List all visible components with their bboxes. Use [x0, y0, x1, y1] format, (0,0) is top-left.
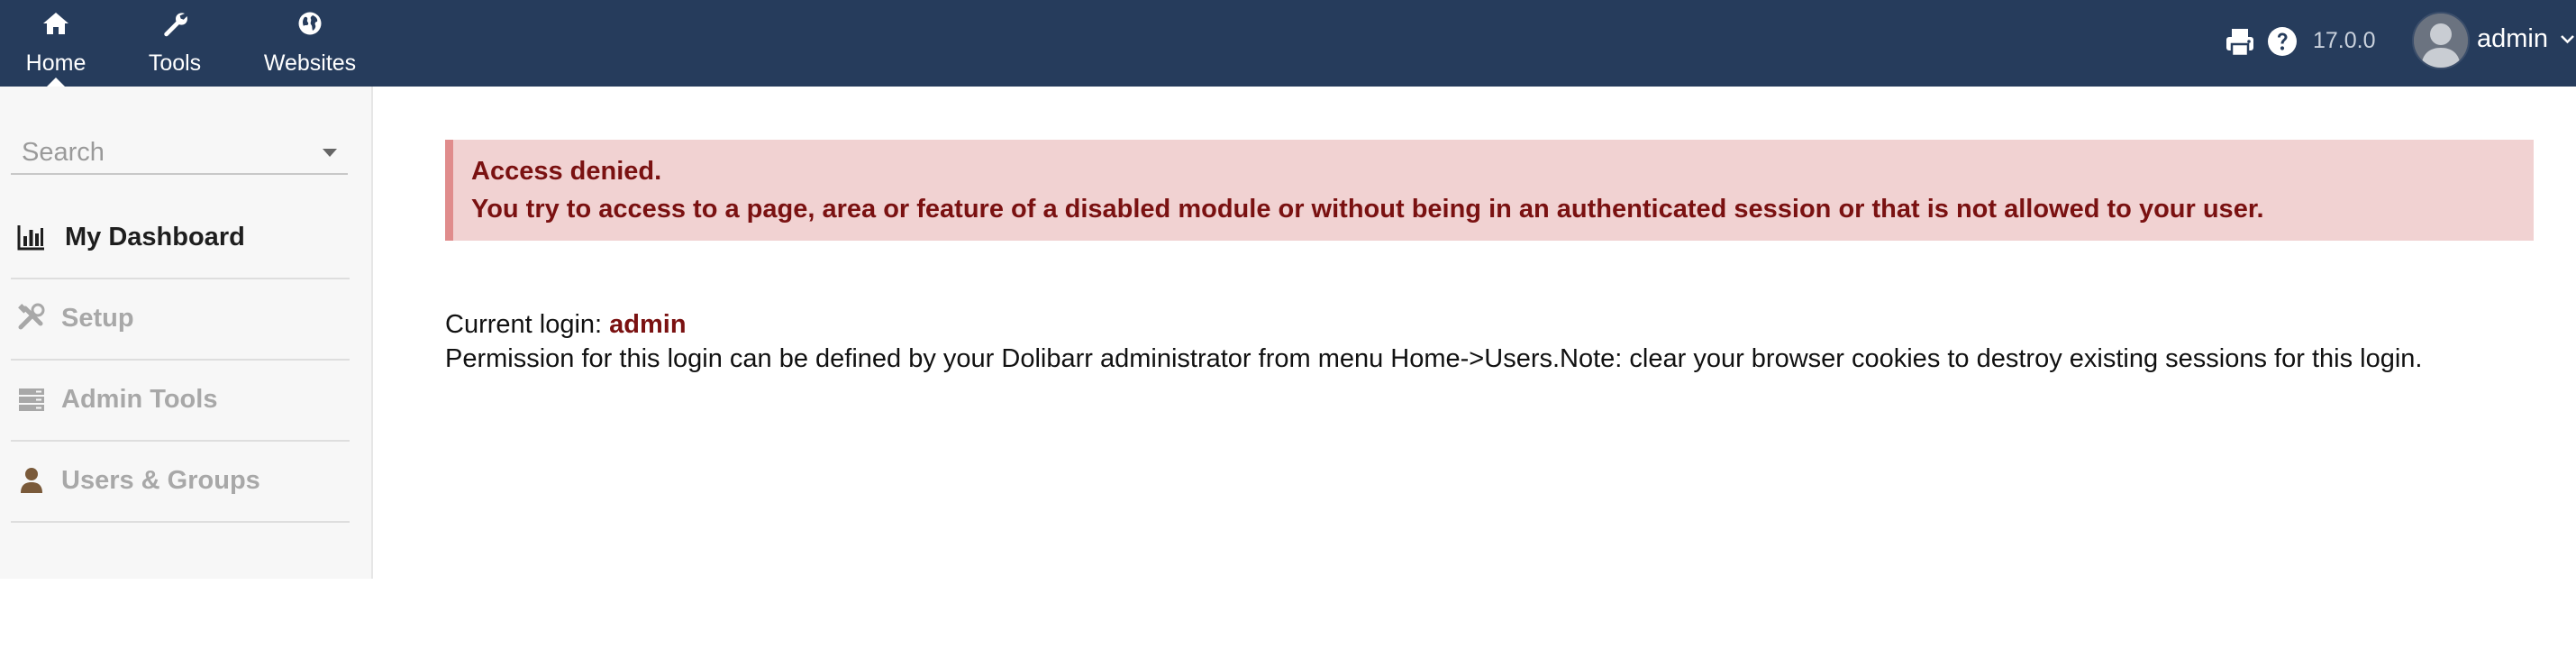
current-login-user: admin [609, 310, 687, 339]
server-icon [19, 388, 44, 411]
topnav-home-label: Home [25, 50, 86, 76]
menu-item-label: Admin Tools [61, 385, 218, 414]
bar-chart-icon [17, 225, 44, 251]
error-alert: Access denied. You try to access to a pa… [445, 140, 2534, 241]
menu-item-setup[interactable]: Setup [11, 279, 350, 361]
question-circle-icon [2268, 27, 2297, 56]
topnav-home[interactable]: Home [0, 0, 112, 87]
menu-item-label: Users & Groups [61, 466, 260, 495]
active-indicator [47, 78, 65, 87]
current-login-label: Current login: [445, 310, 603, 339]
topnav-websites[interactable]: Websites [238, 0, 382, 87]
menu-item-label: My Dashboard [65, 223, 245, 251]
topnav-tools-label: Tools [148, 50, 202, 76]
left-menu: My Dashboard Setup Admin Tools Users & G… [11, 198, 350, 523]
tools-icon [18, 303, 45, 330]
print-icon [2226, 29, 2253, 58]
permission-note: Permission for this login can be defined… [445, 344, 2423, 373]
avatar-icon [2414, 14, 2468, 68]
user-menu-toggle[interactable] [2559, 32, 2576, 47]
version-label: 17.0.0 [2313, 28, 2376, 53]
print-button[interactable] [2224, 26, 2256, 59]
globe-icon [298, 12, 322, 35]
menu-item-my-dashboard[interactable]: My Dashboard [11, 198, 350, 279]
left-sidebar: Search My Dashboard Setup Admin Tools Us… [0, 87, 373, 579]
user-name[interactable]: admin [2477, 23, 2548, 54]
topnav-websites-label: Websites [263, 50, 357, 76]
alert-title: Access denied. [471, 157, 662, 186]
current-login-line: Current login: admin [445, 309, 687, 340]
wrench-icon [164, 13, 187, 37]
top-bar: Home Tools Websites 17.0.0 admin [0, 0, 2576, 87]
menu-item-users-groups[interactable]: Users & Groups [11, 442, 350, 523]
user-icon [21, 468, 42, 493]
search-placeholder: Search [22, 138, 105, 167]
chevron-down-icon [2561, 35, 2574, 44]
top-navigation: Home Tools Websites [0, 0, 382, 87]
home-icon [43, 13, 68, 34]
help-button[interactable] [2266, 25, 2298, 58]
search-select[interactable]: Search [11, 130, 348, 175]
topnav-tools[interactable]: Tools [112, 0, 238, 87]
user-avatar[interactable] [2412, 12, 2470, 69]
alert-message: You try to access to a page, area or fea… [471, 195, 2264, 224]
menu-item-admin-tools[interactable]: Admin Tools [11, 361, 350, 442]
dropdown-arrow-icon[interactable] [323, 149, 337, 157]
menu-item-label: Setup [61, 304, 134, 333]
